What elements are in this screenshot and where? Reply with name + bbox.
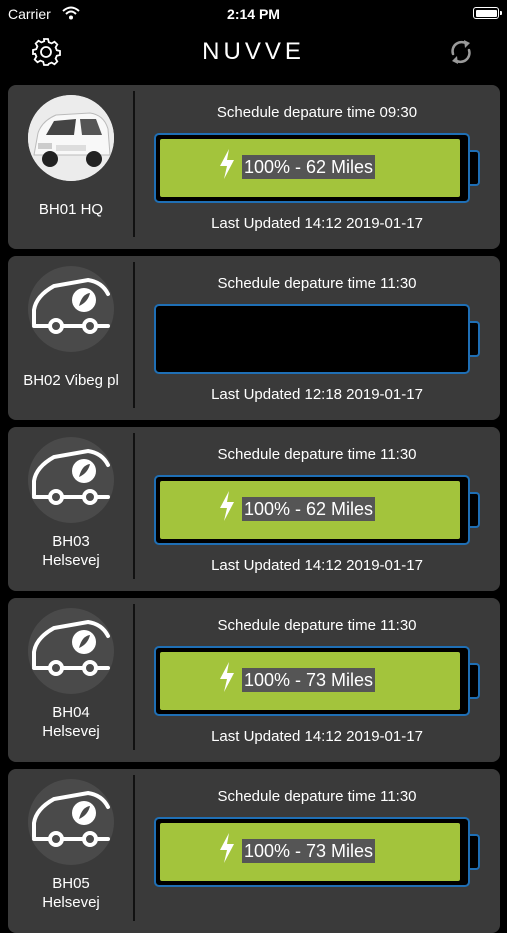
vehicle-name: BH01 HQ bbox=[38, 201, 104, 218]
vehicle-name: BH02 Vibeg pl bbox=[23, 372, 119, 389]
schedule-text: Schedule depature time 09:30 bbox=[216, 104, 418, 121]
white-van-image bbox=[28, 95, 114, 181]
van-placeholder-icon bbox=[32, 277, 110, 334]
app-header: NUVVE bbox=[0, 28, 507, 78]
battery-tip bbox=[470, 663, 480, 699]
battery-indicator: 100% - 62 Miles bbox=[154, 133, 470, 203]
battery-indicator: 100% - 73 Miles bbox=[154, 817, 470, 887]
battery-status-icon bbox=[473, 7, 502, 19]
battery-tip bbox=[470, 321, 480, 357]
schedule-text: Schedule depature time 11:30 bbox=[217, 617, 417, 634]
vehicle-placeholder-image bbox=[28, 779, 114, 865]
last-updated-text: Last Updated 14:12 2019-01-17 bbox=[211, 557, 423, 574]
van-placeholder-icon bbox=[32, 619, 110, 676]
nuvve-logo: NUVVE bbox=[202, 38, 305, 65]
battery-indicator: 100% - 62 Miles bbox=[154, 475, 470, 545]
refresh-icon[interactable] bbox=[445, 36, 477, 68]
van-placeholder-icon bbox=[32, 790, 110, 847]
battery-tip bbox=[470, 150, 480, 186]
lightning-bolt-icon bbox=[220, 149, 234, 179]
status-bar: Carrier 2:14 PM bbox=[0, 0, 507, 28]
vehicle-card[interactable]: BH01 HQ Schedule depature time 09:30 100… bbox=[8, 85, 500, 249]
battery-tip bbox=[470, 834, 480, 870]
battery-indicator: 100% - 73 Miles bbox=[154, 646, 470, 716]
vehicle-placeholder-image bbox=[28, 437, 114, 523]
vehicle-name: BH03 Helsevej bbox=[42, 533, 100, 569]
vehicle-card[interactable]: BH05 Helsevej Schedule depature time 11:… bbox=[8, 769, 500, 933]
battery-tip bbox=[470, 492, 480, 528]
vehicle-card[interactable]: BH04 Helsevej Schedule depature time 11:… bbox=[8, 598, 500, 762]
vehicle-placeholder-image bbox=[28, 266, 114, 352]
schedule-text: Schedule depature time 11:30 bbox=[217, 446, 417, 463]
charge-label: 100% - 73 Miles bbox=[242, 668, 376, 692]
schedule-text: Schedule depature time 11:30 bbox=[217, 275, 417, 292]
vehicle-photo bbox=[28, 95, 114, 181]
charge-label: 100% - 73 Miles bbox=[242, 839, 376, 863]
status-time: 2:14 PM bbox=[227, 6, 280, 22]
charge-label: 100% - 62 Miles bbox=[242, 497, 376, 521]
vehicle-name: BH05 Helsevej bbox=[42, 875, 100, 911]
vehicle-card[interactable]: BH03 Helsevej Schedule depature time 11:… bbox=[8, 427, 500, 591]
battery-indicator bbox=[154, 304, 470, 374]
last-updated-text: Last Updated 12:18 2019-01-17 bbox=[211, 386, 423, 403]
vehicle-card[interactable]: BH02 Vibeg pl Schedule depature time 11:… bbox=[8, 256, 500, 420]
charge-label: 100% - 62 Miles bbox=[242, 155, 376, 179]
schedule-text: Schedule depature time 11:30 bbox=[217, 788, 417, 805]
last-updated-text: Last Updated 14:12 2019-01-17 bbox=[211, 215, 423, 232]
vehicle-placeholder-image bbox=[28, 608, 114, 694]
lightning-bolt-icon bbox=[220, 833, 234, 863]
lightning-bolt-icon bbox=[220, 662, 234, 692]
last-updated-text: Last Updated 14:12 2019-01-17 bbox=[211, 728, 423, 745]
lightning-bolt-icon bbox=[220, 491, 234, 521]
vehicle-name: BH04 Helsevej bbox=[42, 704, 100, 740]
van-placeholder-icon bbox=[32, 448, 110, 505]
